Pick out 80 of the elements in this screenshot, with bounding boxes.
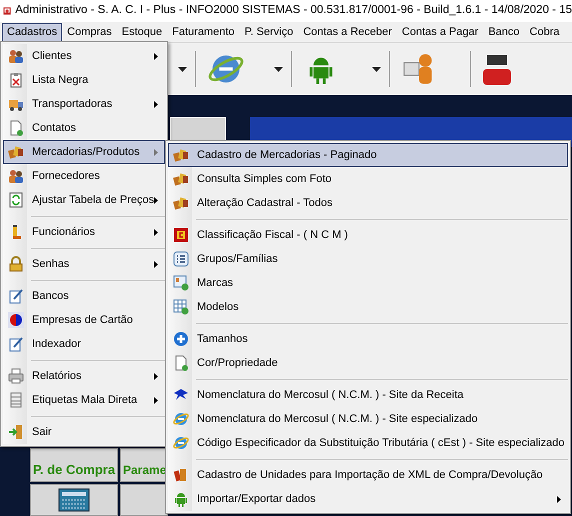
menu-item[interactable]: Empresas de Cartão: [3, 308, 165, 332]
list-icon: [173, 251, 189, 267]
submenu-arrow-icon: [557, 496, 561, 502]
menu-item[interactable]: Sair: [3, 420, 165, 444]
submenu-arrow-icon: [154, 372, 158, 380]
clipboard-icon: [8, 72, 24, 88]
table-plus-icon: [173, 299, 189, 315]
plus-circle-icon: [173, 331, 189, 347]
menu-bar-item[interactable]: Contas a Receber: [298, 22, 397, 42]
submenu-arrow-icon: [154, 148, 158, 156]
menu-item[interactable]: Bancos: [3, 284, 165, 308]
menu-item[interactable]: Mercadorias/Produtos: [3, 140, 165, 164]
menu-bar-item[interactable]: Faturamento: [167, 22, 240, 42]
android-icon: [173, 491, 189, 507]
menu-item[interactable]: Grupos/Famílias: [168, 247, 568, 271]
submenu-arrow-icon: [154, 260, 158, 268]
boxes-icon: [173, 147, 189, 163]
menu-item[interactable]: Ajustar Tabela de Preços: [3, 188, 165, 212]
menu-item[interactable]: Alteração Cadastral - Todos: [168, 191, 568, 215]
menu-item[interactable]: Contatos: [3, 116, 165, 140]
menu-item[interactable]: Indexador: [3, 332, 165, 356]
window-title: Administrativo - S. A. C. I - Plus - INFO2000 SISTEMAS - 00.531.817/0001-96 - Build_1.6.1 - 14/08/2020 - 15: [15, 3, 572, 18]
menu-item[interactable]: Etiquetas Mala Direta: [3, 388, 165, 412]
menu-item[interactable]: Lista Negra: [3, 68, 165, 92]
submenu-arrow-icon: [154, 196, 158, 204]
menu-bar-item[interactable]: Cadastros: [2, 22, 62, 42]
refresh-document-icon: [8, 192, 24, 208]
menu-item[interactable]: Senhas: [3, 252, 165, 276]
browser-icon: [173, 435, 189, 451]
exit-door-icon: [8, 424, 24, 440]
menu-item[interactable]: Nomenclatura do Mercosul ( N.C.M. ) - Site especializado: [168, 407, 568, 431]
menu-item[interactable]: Importar/Exportar dados: [168, 487, 568, 511]
submenu-arrow-icon: [154, 100, 158, 108]
calculator-icon[interactable]: [58, 488, 90, 512]
dropdown-arrow-icon[interactable]: [178, 66, 187, 72]
menu-item[interactable]: Nomenclatura do Mercosul ( N.C.M. ) - Site da Receita: [168, 383, 568, 407]
menu-bar-item[interactable]: P. Serviço: [240, 22, 298, 42]
menu-bar-item[interactable]: Cobra: [524, 22, 565, 42]
menu-item[interactable]: Código Especificador da Substituição Tributária ( cEst ) - Site especializado: [168, 431, 568, 455]
people-icon: [8, 168, 24, 184]
boxes-icon: [173, 195, 189, 211]
dropdown-arrow-icon[interactable]: [372, 66, 381, 72]
browser-icon: [173, 411, 189, 427]
menu-item[interactable]: Tamanhos: [168, 327, 568, 351]
menu-bar-item[interactable]: Compras: [62, 22, 117, 42]
menu-item[interactable]: Cadastro de Unidades para Importação de XML de Compra/Devolução: [168, 463, 568, 487]
notepad-icon: [8, 288, 24, 304]
submenu-arrow-icon: [154, 52, 158, 60]
cabinet-icon: [8, 392, 24, 408]
lock-icon: [8, 256, 24, 272]
c-square-icon: [173, 227, 189, 243]
card-plus-icon: [173, 275, 189, 291]
menu-item[interactable]: Relatórios: [3, 364, 165, 388]
menu-item[interactable]: Modelos: [168, 295, 568, 319]
submenu-arrow-icon: [154, 228, 158, 236]
books-icon: [173, 467, 189, 483]
menu-item[interactable]: Funcionários: [3, 220, 165, 244]
document-plus-icon: [173, 355, 189, 371]
menu-item[interactable]: Marcas: [168, 271, 568, 295]
boxes-icon: [173, 171, 189, 187]
menu-item[interactable]: Transportadoras: [3, 92, 165, 116]
menu-item[interactable]: Classificação Fiscal - ( N C M ): [168, 223, 568, 247]
document-plus-icon: [8, 120, 24, 136]
dropdown-arrow-icon[interactable]: [274, 66, 283, 72]
submenu-arrow-icon: [154, 396, 158, 404]
printer-icon: [8, 368, 24, 384]
people-icon: [8, 48, 24, 64]
boxes-icon: [8, 144, 24, 160]
menu-bar-item[interactable]: Banco: [483, 22, 525, 42]
menu-item[interactable]: Cadastro de Mercadorias - Paginado: [168, 143, 568, 167]
menu-item[interactable]: Cor/Propriedade: [168, 351, 568, 375]
tile-button[interactable]: [30, 484, 118, 516]
menu-bar-item[interactable]: Estoque: [116, 22, 168, 42]
menu-item[interactable]: Fornecedores: [3, 164, 165, 188]
notepad-icon: [8, 336, 24, 352]
menu-item[interactable]: Consulta Simples com Foto: [168, 167, 568, 191]
emblem-icon: [173, 387, 189, 403]
menu-bar-item[interactable]: Contas a Pagar: [396, 22, 484, 42]
menu-item[interactable]: Clientes: [3, 44, 165, 68]
tile-button[interactable]: [120, 484, 168, 516]
